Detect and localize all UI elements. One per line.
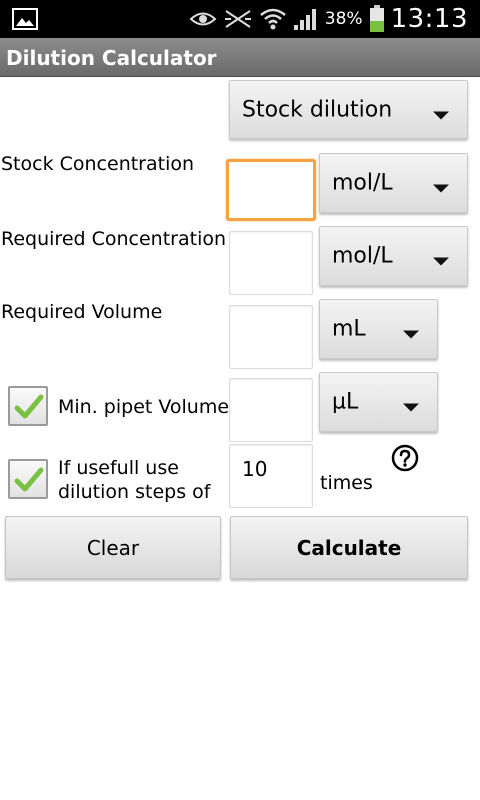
dilution-steps-label-line2: dilution steps of [58,481,211,503]
dilution-steps-input[interactable]: 10 [229,444,313,508]
image-icon [12,8,38,30]
required-conc-unit-spinner[interactable]: mol/L [319,226,468,286]
eye-icon [189,8,217,30]
stock-concentration-label: Stock Concentration [1,153,195,175]
calculate-button[interactable]: Calculate [230,516,468,579]
clock: 13:13 [390,4,468,34]
dropdown-caret-icon [433,102,449,127]
min-pipet-unit-spinner[interactable]: µL [319,372,438,432]
mode-spinner-label: Stock dilution [242,97,393,122]
required-volume-label: Required Volume [1,301,163,323]
dropdown-caret-icon [403,322,419,347]
app-title: Dilution Calculator [6,46,217,70]
battery-percent: 38% [324,9,363,29]
min-pipet-volume-label: Min. pipet Volume [58,396,230,418]
signal-icon [293,7,319,31]
min-pipet-volume-input[interactable] [229,378,313,442]
stock-concentration-input[interactable] [226,159,316,221]
status-bar: 38% 13:13 [0,0,480,38]
mode-spinner[interactable]: Stock dilution [229,80,468,139]
required-concentration-label: Required Concentration [1,228,227,250]
wifi-icon [259,7,287,31]
no-signal-icon [223,7,253,31]
dropdown-caret-icon [433,176,449,201]
stock-unit-label: mol/L [332,170,393,196]
required-vol-unit-label: mL [332,316,366,342]
battery-icon [369,5,385,33]
required-concentration-input[interactable] [229,231,313,295]
title-bar: Dilution Calculator [0,38,480,77]
clear-button[interactable]: Clear [5,516,221,579]
required-volume-input[interactable] [229,305,313,369]
stock-unit-spinner[interactable]: mol/L [319,153,468,213]
min-pipet-unit-label: µL [332,389,359,415]
help-icon[interactable] [391,444,419,477]
dropdown-caret-icon [403,395,419,420]
min-pipet-checkbox[interactable] [8,386,48,426]
required-conc-unit-label: mol/L [332,243,393,269]
times-label: times [320,472,373,494]
checkmark-icon [14,467,44,492]
checkmark-icon [14,394,44,419]
dilution-steps-label-line1: If usefull use [58,457,179,479]
dilution-steps-checkbox[interactable] [8,459,48,499]
required-vol-unit-spinner[interactable]: mL [319,299,438,359]
dropdown-caret-icon [433,249,449,274]
